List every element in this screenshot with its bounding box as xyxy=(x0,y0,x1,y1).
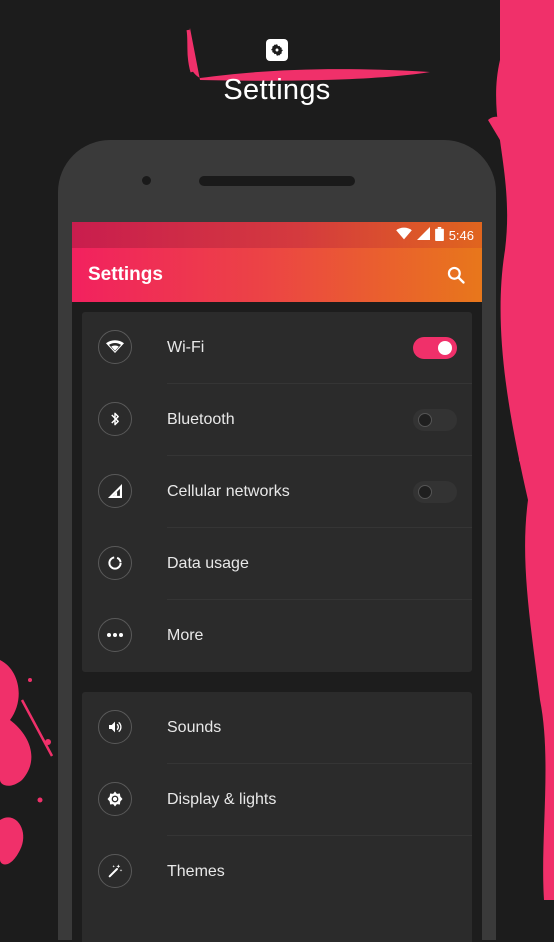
settings-card-connectivity: Wi-Fi Bluetooth Cellular networks Data u… xyxy=(82,312,472,672)
settings-item-label: Data usage xyxy=(167,555,249,572)
settings-item-label: Themes xyxy=(167,863,225,880)
wifi-icon xyxy=(395,227,412,243)
volume-icon xyxy=(98,710,132,744)
settings-item-themes[interactable]: Themes xyxy=(82,836,472,908)
gear-icon xyxy=(266,39,288,61)
toggle-knob xyxy=(438,341,452,355)
settings-item-label: Wi-Fi xyxy=(167,339,205,356)
wifi-icon xyxy=(98,330,132,364)
wifi-toggle[interactable] xyxy=(413,337,457,359)
phone-screen: 5:46 Settings Wi-Fi Bluetooth Cellular n… xyxy=(72,222,482,942)
settings-card-device: Sounds Display & lights Themes xyxy=(82,692,472,942)
settings-item-display[interactable]: Display & lights xyxy=(82,764,472,836)
phone-frame: 5:46 Settings Wi-Fi Bluetooth Cellular n… xyxy=(58,140,496,942)
settings-item-label: Bluetooth xyxy=(167,411,235,428)
app-bar: Settings xyxy=(72,248,482,302)
settings-item-label: More xyxy=(167,627,204,644)
more-icon xyxy=(98,618,132,652)
settings-item-sounds[interactable]: Sounds xyxy=(82,692,472,764)
settings-item-label: Cellular networks xyxy=(167,483,290,500)
settings-item-data-usage[interactable]: Data usage xyxy=(82,528,472,600)
cellular-icon xyxy=(98,474,132,508)
settings-item-label: Display & lights xyxy=(167,791,277,808)
cellular-toggle[interactable] xyxy=(413,481,457,503)
data-usage-icon xyxy=(98,546,132,580)
app-bar-title: Settings xyxy=(88,264,163,285)
search-icon xyxy=(447,266,465,284)
status-time: 5:46 xyxy=(448,227,474,243)
bluetooth-toggle[interactable] xyxy=(413,409,457,431)
toggle-knob xyxy=(418,413,432,427)
front-camera xyxy=(142,176,151,185)
settings-item-bluetooth[interactable]: Bluetooth xyxy=(82,384,472,456)
page-title: Settings xyxy=(223,74,331,106)
search-button[interactable] xyxy=(442,261,470,289)
brightness-icon xyxy=(98,782,132,816)
battery-icon xyxy=(434,226,444,244)
bluetooth-icon xyxy=(98,402,132,436)
magic-wand-icon xyxy=(98,854,132,888)
status-bar: 5:46 xyxy=(72,222,482,248)
signal-icon xyxy=(416,227,430,243)
settings-item-more[interactable]: More xyxy=(82,600,472,672)
toggle-knob xyxy=(418,485,432,499)
settings-item-cellular[interactable]: Cellular networks xyxy=(82,456,472,528)
settings-item-wifi[interactable]: Wi-Fi xyxy=(82,312,472,384)
earpiece-speaker xyxy=(199,176,355,186)
settings-item-label: Sounds xyxy=(167,719,222,736)
